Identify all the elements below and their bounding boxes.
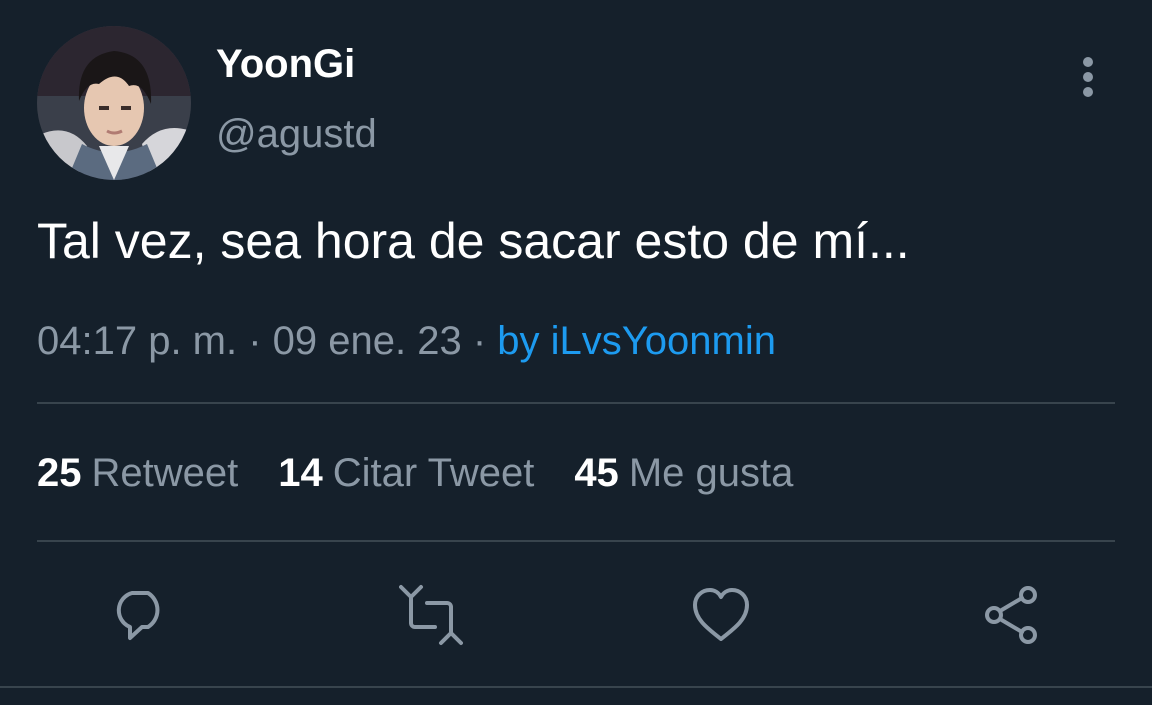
- tweet-text: Tal vez, sea hora de sacar esto de mí...: [37, 213, 910, 269]
- likes-stat[interactable]: 45 Me gusta: [574, 448, 793, 498]
- more-options-button[interactable]: [1068, 50, 1108, 100]
- avatar-image: [37, 26, 191, 180]
- avatar[interactable]: [37, 26, 191, 180]
- share-icon: [985, 586, 1037, 644]
- reply-icon: [116, 591, 160, 640]
- reply-button[interactable]: [108, 583, 172, 647]
- bottom-divider: [0, 686, 1152, 688]
- retweets-count: 25: [37, 451, 82, 495]
- share-button[interactable]: [980, 583, 1044, 647]
- tweet-time[interactable]: 04:17 p. m.: [37, 319, 237, 363]
- more-dots-icon: [1083, 72, 1093, 82]
- heart-icon: [693, 588, 749, 641]
- tweet-date[interactable]: 09 ene. 23: [273, 319, 462, 363]
- divider: [37, 402, 1115, 404]
- retweets-stat[interactable]: 25 Retweet: [37, 448, 238, 498]
- more-dots-icon: [1083, 57, 1093, 67]
- divider: [37, 540, 1115, 542]
- more-dots-icon: [1083, 87, 1093, 97]
- quotes-label: Citar Tweet: [332, 451, 535, 495]
- meta-separator: ·: [237, 319, 273, 363]
- meta-separator: ·: [461, 319, 498, 363]
- retweet-icon: [399, 585, 463, 645]
- retweet-button[interactable]: [399, 583, 463, 647]
- tweet-stats: 25 Retweet 14 Citar Tweet 45 Me gusta: [37, 448, 793, 498]
- action-bar: [0, 583, 1152, 647]
- quotes-stat[interactable]: 14 Citar Tweet: [278, 448, 534, 498]
- display-name[interactable]: YoonGi: [216, 40, 355, 88]
- tweet-meta: 04:17 p. m. · 09 ene. 23 · by iLvsYoonmi…: [37, 316, 776, 366]
- like-button[interactable]: [689, 583, 753, 647]
- source-link[interactable]: by iLvsYoonmin: [497, 319, 776, 363]
- likes-label: Me gusta: [628, 451, 794, 495]
- likes-count: 45: [574, 451, 619, 495]
- retweets-label: Retweet: [91, 451, 239, 495]
- quotes-count: 14: [278, 451, 323, 495]
- handle[interactable]: @agustd: [216, 110, 377, 158]
